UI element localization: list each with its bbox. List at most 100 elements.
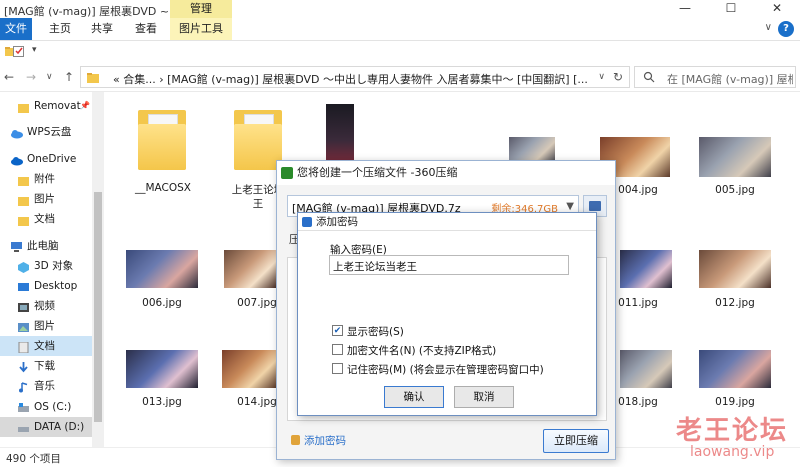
image-thumbnail[interactable] [326, 104, 354, 164]
close-button[interactable]: ✕ [754, 0, 800, 18]
address-path[interactable]: « 合集... › [MAG館 (v-mag)] 屋根裏DVD ～中出し専用人妻… [113, 71, 588, 87]
image-thumbnail[interactable] [126, 250, 198, 288]
folder-icon [18, 173, 29, 186]
file-name[interactable]: 012.jpg [685, 297, 785, 309]
image-thumbnail[interactable] [699, 137, 771, 177]
address-dropdown-icon[interactable]: ∨ [598, 72, 605, 82]
sidebar-item-this-pc[interactable]: 此电脑 [0, 236, 92, 256]
add-password-title: 添加密码 [316, 216, 358, 228]
maximize-button[interactable]: ☐ [708, 0, 754, 18]
picture-icon [18, 320, 29, 332]
folder-icon[interactable] [138, 110, 186, 170]
scrollbar-thumb[interactable] [94, 192, 102, 422]
sidebar-item-attachments[interactable]: 附件 [0, 169, 92, 189]
cancel-button[interactable]: 取消 [454, 386, 514, 408]
pin-icon[interactable]: 📌 [80, 96, 90, 116]
back-button[interactable]: ← [4, 70, 14, 84]
search-box[interactable]: 在 [MAG館 (v-mag)] 屋根... [634, 66, 796, 88]
archive-icon [281, 167, 293, 179]
compress-now-button[interactable]: 立即压缩 [543, 429, 609, 453]
confirm-button[interactable]: 确认 [384, 386, 444, 408]
title-bar: [MAG館 (v-mag)] 屋根裏DVD ~... 管理 — ☐ ✕ [0, 0, 800, 18]
folder-icon [18, 100, 29, 113]
search-icon [643, 71, 655, 86]
image-thumbnail[interactable] [620, 250, 672, 288]
search-input[interactable]: 在 [MAG館 (v-mag)] 屋根... [667, 71, 793, 87]
minimize-button[interactable]: — [662, 0, 708, 18]
sidebar-scrollbar[interactable] [92, 92, 104, 447]
file-name[interactable]: 006.jpg [112, 297, 212, 309]
folder-icon [87, 72, 99, 86]
up-button[interactable]: ↑ [64, 70, 74, 84]
video-icon [18, 300, 29, 312]
recent-locations-button[interactable]: ∨ [46, 72, 53, 82]
image-thumbnail[interactable] [126, 350, 198, 388]
file-name[interactable]: 005.jpg [685, 184, 785, 196]
compress-dialog-title: 您将创建一个压缩文件 -360压缩 [297, 166, 458, 179]
forward-button[interactable]: → [26, 70, 36, 84]
cloud-icon [10, 126, 23, 139]
checkbox-checked-icon[interactable]: ✔ [332, 325, 343, 336]
ribbon-expand-icon[interactable]: ∨ [765, 22, 772, 33]
cloud-icon [10, 153, 23, 166]
key-icon [302, 217, 312, 227]
drive-icon [18, 421, 29, 432]
add-password-title-bar: 添加密码 [298, 213, 596, 231]
folder-icon [18, 213, 29, 226]
sidebar-item-desktop[interactable]: Desktop [0, 276, 92, 296]
help-icon[interactable]: ? [778, 21, 794, 37]
image-thumbnail[interactable] [224, 250, 276, 288]
sidebar-item-pictures[interactable]: 图片 [0, 316, 92, 336]
sidebar-item-drive-d[interactable]: DATA (D:) [0, 417, 92, 437]
address-bar[interactable]: « 合集... › [MAG館 (v-mag)] 屋根裏DVD ～中出し専用人妻… [80, 66, 630, 88]
navigation-pane: Removat 📌 WPS云盘 OneDrive 附件 图片 文档 此电脑 3D… [0, 92, 104, 447]
sidebar-item-drive-c[interactable]: OS (C:) [0, 397, 92, 417]
sidebar-item-documents-od[interactable]: 文档 [0, 209, 92, 229]
document-icon [18, 340, 29, 354]
tab-picture-tools[interactable]: 图片工具 [170, 18, 232, 40]
dropdown-icon[interactable]: ▼ [566, 201, 574, 212]
sidebar-item-music[interactable]: 音乐 [0, 376, 92, 396]
sidebar-item-downloads[interactable]: 下载 [0, 356, 92, 376]
tab-share[interactable]: 共享 [84, 18, 120, 40]
sidebar-item-3d-objects[interactable]: 3D 对象 [0, 256, 92, 276]
tab-home[interactable]: 主页 [40, 18, 80, 40]
password-input[interactable]: 上老王论坛当老王 [329, 255, 569, 275]
ribbon: 文件 主页 共享 查看 图片工具 ∨ ? [0, 18, 800, 41]
folder-icon [18, 193, 29, 206]
image-thumbnail[interactable] [620, 350, 672, 388]
item-count: 490 个项目 [6, 453, 61, 465]
download-icon [18, 360, 29, 373]
properties-icon[interactable] [12, 45, 26, 57]
watermark-url: laowang.vip [690, 444, 775, 460]
sidebar-item-onedrive[interactable]: OneDrive [0, 149, 92, 169]
drive-icon [18, 401, 29, 412]
window-title: [MAG館 (v-mag)] 屋根裏DVD ~... [4, 5, 180, 18]
image-thumbnail[interactable] [699, 250, 771, 288]
sidebar-item-videos[interactable]: 视频 [0, 296, 92, 316]
desktop-icon [18, 280, 29, 291]
cube-icon [18, 260, 29, 273]
image-thumbnail[interactable] [222, 350, 276, 388]
image-thumbnail[interactable] [699, 350, 771, 388]
file-name[interactable]: 013.jpg [112, 396, 212, 408]
sidebar-item-documents[interactable]: 文档 [0, 336, 92, 356]
add-password-link[interactable]: 添加密码 [291, 433, 346, 448]
tab-view[interactable]: 查看 [126, 18, 166, 40]
quick-access-toolbar: ▾ [0, 42, 800, 62]
file-name[interactable]: 019.jpg [685, 396, 785, 408]
tab-file[interactable]: 文件 [0, 18, 32, 40]
sidebar-item-removable[interactable]: Removat 📌 [0, 96, 92, 116]
tab-manage[interactable]: 管理 [170, 0, 232, 18]
file-name[interactable]: __MACOSX [113, 182, 213, 194]
customize-qat-icon[interactable]: ▾ [32, 45, 44, 57]
password-value[interactable]: 上老王论坛当老王 [333, 259, 417, 274]
lock-icon [291, 435, 300, 445]
folder-icon[interactable] [234, 110, 282, 170]
computer-icon [10, 240, 22, 252]
navigation-bar: ← → ∨ ↑ « 合集... › [MAG館 (v-mag)] 屋根裏DVD … [0, 62, 800, 92]
sidebar-item-pictures-od[interactable]: 图片 [0, 189, 92, 209]
refresh-icon[interactable]: ↻ [613, 70, 623, 84]
compress-dialog-title-bar: 您将创建一个压缩文件 -360压缩 [277, 161, 615, 185]
sidebar-item-wps[interactable]: WPS云盘 [0, 122, 92, 142]
